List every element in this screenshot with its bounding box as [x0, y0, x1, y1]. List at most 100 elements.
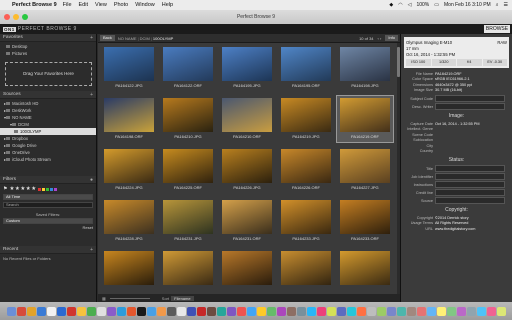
dock-app-icon[interactable]	[266, 306, 276, 316]
thumbnail-image[interactable]	[222, 98, 272, 132]
color-swatch[interactable]	[42, 187, 46, 191]
thumbnail-cell[interactable]: PA164219.JPG	[278, 96, 334, 142]
thumbnail-image[interactable]	[340, 200, 390, 234]
favorite-item-pictures[interactable]: Pictures	[6, 50, 96, 57]
dock-app-icon[interactable]	[416, 306, 426, 316]
thumbnail-cell[interactable]: PA164228.JPG	[101, 198, 157, 244]
dock-app-icon[interactable]	[186, 306, 196, 316]
thumbnail-cell[interactable]: PA164210.ORF	[219, 96, 275, 142]
dock-app-icon[interactable]	[406, 306, 416, 316]
saved-filters-select[interactable]: Custom	[3, 218, 93, 224]
dock-app-icon[interactable]	[366, 306, 376, 316]
dock-app-icon[interactable]	[386, 306, 396, 316]
dock-app-icon[interactable]	[106, 306, 116, 316]
add-source-button[interactable]: +	[90, 92, 93, 98]
thumbnail-cell[interactable]: PA164122.JPG	[101, 45, 157, 91]
dropbox-status-icon[interactable]: ◆	[389, 2, 393, 8]
favorites-header[interactable]: Favorites +	[0, 34, 96, 42]
dock-app-icon[interactable]	[496, 306, 506, 316]
star-icon[interactable]: ★	[9, 186, 14, 192]
dock-app-icon[interactable]	[36, 306, 46, 316]
status-field-input[interactable]	[435, 189, 505, 196]
dock-app-icon[interactable]	[236, 306, 246, 316]
breadcrumb-100olymp[interactable]: 100OLYMP	[153, 36, 173, 41]
dock-app-icon[interactable]	[166, 306, 176, 316]
menu-view[interactable]: View	[95, 2, 107, 8]
menu-photo[interactable]: Photo	[114, 2, 128, 8]
source-item-google-drive[interactable]: ▸ Google Drive	[4, 142, 96, 149]
dock-app-icon[interactable]	[296, 306, 306, 316]
dock-app-icon[interactable]	[76, 306, 86, 316]
dock-app-icon[interactable]	[56, 306, 66, 316]
image-info-row-value[interactable]: Oct 16, 2014 - 1:32:55 PM	[435, 122, 480, 126]
thumbnail-image[interactable]	[222, 149, 272, 183]
description-field-input[interactable]	[435, 95, 505, 102]
thumbnail-cell[interactable]: PA164231.JPG	[160, 198, 216, 244]
notification-center-icon[interactable]: ☰	[504, 2, 508, 8]
dock-app-icon[interactable]	[6, 306, 16, 316]
thumbnail-cell[interactable]: PA164231.ORF	[219, 198, 275, 244]
dock-app-icon[interactable]	[136, 306, 146, 316]
thumbnail-cell[interactable]: PA164198.JPG	[337, 45, 393, 91]
thumbnail-size-slider[interactable]	[109, 297, 150, 299]
status-field-input[interactable]	[435, 165, 505, 172]
dock-app-icon[interactable]	[456, 306, 466, 316]
thumbnail-image[interactable]	[281, 200, 331, 234]
status-field-input[interactable]	[435, 181, 505, 188]
menu-help[interactable]: Help	[162, 2, 173, 8]
battery-level[interactable]: 100%	[416, 2, 429, 8]
dock-app-icon[interactable]	[306, 306, 316, 316]
source-item-macintosh-hd[interactable]: ▸ Macintosh HD	[4, 100, 96, 107]
search-icon[interactable]: ⌕	[496, 2, 499, 8]
recent-header[interactable]: Recent +	[0, 246, 96, 254]
dock-app-icon[interactable]	[176, 306, 186, 316]
dock-app-icon[interactable]	[156, 306, 166, 316]
dock-app-icon[interactable]	[276, 306, 286, 316]
thumbnail-image[interactable]	[340, 98, 390, 132]
color-swatch[interactable]	[54, 187, 58, 191]
dock-app-icon[interactable]	[256, 306, 266, 316]
sort-select[interactable]: Filename	[171, 295, 194, 301]
dock-app-icon[interactable]	[486, 306, 496, 316]
thumbnail-cell[interactable]: PA164227.JPG	[337, 147, 393, 193]
browse-module-button[interactable]: BROWSE	[484, 25, 510, 33]
thumbnail-image[interactable]	[163, 149, 213, 183]
thumbnail-image[interactable]	[104, 251, 154, 285]
thumbnail-image[interactable]	[222, 200, 272, 234]
thumbnail-cell[interactable]: PA164226.ORF	[278, 147, 334, 193]
flag-filter-icon[interactable]: ⚑	[3, 186, 7, 192]
thumbnail-image[interactable]	[104, 98, 154, 132]
dock-app-icon[interactable]	[216, 306, 226, 316]
star-icon[interactable]: ★	[20, 186, 25, 192]
color-swatch[interactable]	[38, 187, 42, 191]
color-label-filter[interactable]	[38, 187, 58, 191]
color-swatch[interactable]	[50, 187, 54, 191]
dock-app-icon[interactable]	[16, 306, 26, 316]
thumbnail-cell[interactable]: PA164122.ORF	[160, 45, 216, 91]
dock-app-icon[interactable]	[96, 306, 106, 316]
favorites-drop-zone[interactable]: Drag Your Favorites Here	[5, 62, 92, 86]
info-tab[interactable]: Info	[385, 35, 398, 41]
file-info-row-value[interactable]: 4640x3472 @ 350 ppi	[435, 83, 472, 87]
thumbnail-image[interactable]	[104, 149, 154, 183]
star-icon[interactable]: ★	[26, 186, 31, 192]
copyright-row-value[interactable]: All Rights Reserved	[435, 221, 468, 225]
thumbnail-cell[interactable]	[278, 249, 334, 294]
prev-next-arrows-icon[interactable]: ‹ ›	[378, 36, 382, 41]
dock-app-icon[interactable]	[66, 306, 76, 316]
volume-icon[interactable]: ◁	[408, 2, 412, 8]
thumbnail-cell[interactable]	[219, 249, 275, 294]
thumbnail-cell[interactable]: PA164195.ORF	[278, 45, 334, 91]
thumbnail-image[interactable]	[281, 149, 331, 183]
star-icon[interactable]: ★	[15, 186, 20, 192]
back-button[interactable]: Back	[100, 35, 115, 41]
thumbnail-cell[interactable]: PA164226.JPG	[219, 147, 275, 193]
dock-app-icon[interactable]	[116, 306, 126, 316]
dock-app-icon[interactable]	[426, 306, 436, 316]
source-item-dcim[interactable]: ▾ DCIM	[4, 121, 96, 128]
status-field-input[interactable]	[435, 173, 505, 180]
favorite-item-desktop[interactable]: Desktop	[6, 43, 96, 50]
dock-app-icon[interactable]	[446, 306, 456, 316]
star-icon[interactable]: ★	[31, 186, 36, 192]
dock-app-icon[interactable]	[356, 306, 366, 316]
